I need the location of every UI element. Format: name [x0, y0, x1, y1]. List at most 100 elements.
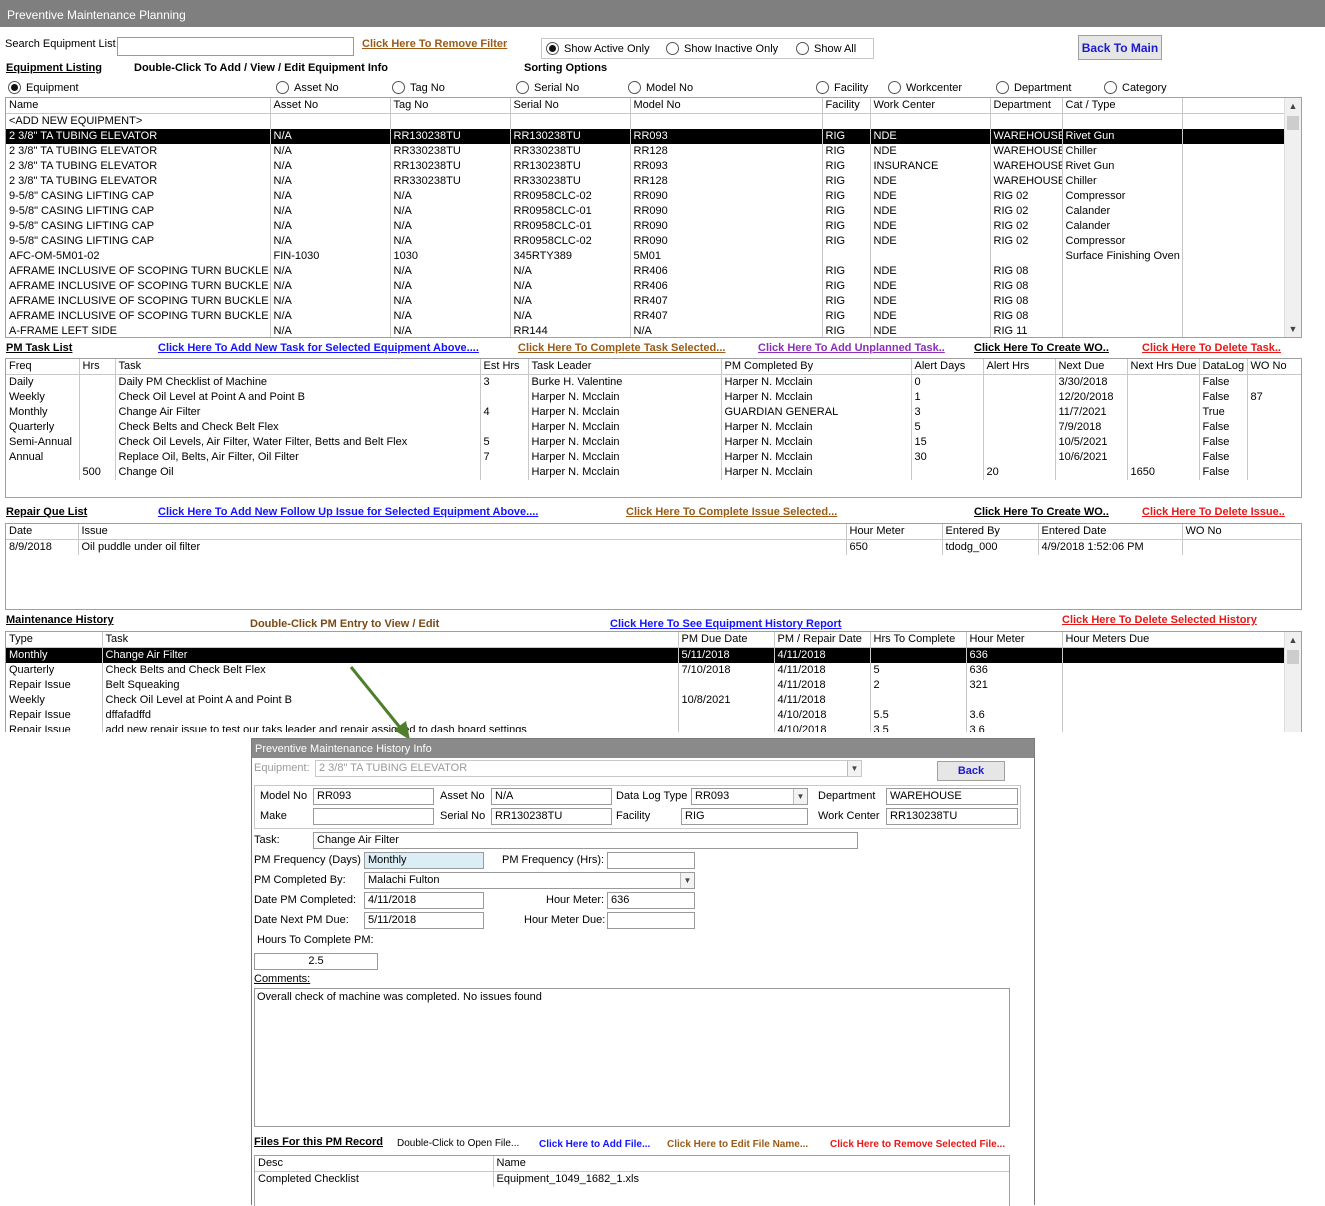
column-header[interactable]: Hrs To Complete	[870, 632, 967, 648]
history-scrollbar[interactable]: ▲	[1284, 632, 1301, 732]
sort-tag-no-radio[interactable]: Tag No	[392, 81, 445, 94]
sort-serial-no-radio[interactable]: Serial No	[516, 81, 579, 94]
table-row[interactable]: 9-5/8" CASING LIFTING CAP N/A N/A RR0958CLC…	[6, 233, 1287, 249]
table-row[interactable]: 2 3/8" TA TUBING ELEVATOR N/A RR330238TU RR…	[6, 143, 1287, 159]
equipment-select[interactable]: 2 3/8" TA TUBING ELEVATOR ▼	[315, 760, 862, 777]
hour-meter-due-field[interactable]	[607, 912, 695, 929]
show-inactive-radio[interactable]: Show Inactive Only	[666, 42, 778, 55]
column-header[interactable]: Hour Meter	[846, 524, 943, 540]
column-header[interactable]: Name	[6, 98, 271, 114]
table-row[interactable]: 8/9/2018 Oil puddle under oil filter 650 td…	[6, 539, 1301, 555]
table-row[interactable]: Repair Issue add new repair issue to test…	[6, 722, 1287, 732]
pm-frequency-hrs-field[interactable]	[607, 852, 695, 869]
date-next-pm-due-field[interactable]: 5/11/2018	[364, 912, 484, 929]
delete-history-link[interactable]: Click Here To Delete Selected History	[1062, 614, 1257, 626]
table-row[interactable]: Monthly Change Air Filter 5/11/2018 4/11/20…	[6, 647, 1287, 663]
edit-file-name-link[interactable]: Click Here to Edit File Name...	[667, 1139, 808, 1150]
sort-workcenter-radio[interactable]: Workcenter	[888, 81, 962, 94]
pm-frequency-days-field[interactable]: Monthly	[364, 852, 484, 869]
scroll-thumb[interactable]	[1287, 116, 1299, 130]
table-row[interactable]: Semi-Annual Check Oil Levels, Air Filter,…	[6, 434, 1301, 450]
column-header[interactable]: Facility	[822, 98, 871, 114]
column-header[interactable]: Task	[115, 359, 481, 375]
column-header[interactable]: Task	[102, 632, 679, 648]
work-center-field[interactable]: RR130238TU	[886, 808, 1018, 825]
column-header[interactable]: PM Due Date	[678, 632, 775, 648]
table-row[interactable]: 2 3/8" TA TUBING ELEVATOR N/A RR330238TU RR…	[6, 173, 1287, 189]
table-row[interactable]: Weekly Check Oil Level at Point A and Poi…	[6, 692, 1287, 708]
column-header[interactable]: Next Hrs Due	[1127, 359, 1200, 375]
sort-category-radio[interactable]: Category	[1104, 81, 1167, 94]
back-to-main-button[interactable]: Back To Main	[1078, 35, 1162, 60]
column-header[interactable]: Name	[493, 1156, 1009, 1172]
column-header[interactable]: Desc	[255, 1156, 494, 1172]
column-header[interactable]: Type	[6, 632, 103, 648]
column-header[interactable]: Serial No	[510, 98, 631, 114]
equipment-history-report-link[interactable]: Click Here To See Equipment History Repo…	[610, 618, 841, 630]
asset-no-field[interactable]: N/A	[491, 788, 612, 805]
table-row[interactable]: 2 3/8" TA TUBING ELEVATOR N/A RR130238TU RR…	[6, 128, 1287, 144]
column-header[interactable]: DataLog	[1199, 359, 1248, 375]
table-row[interactable]: Daily Daily PM Checklist of Machine 3 Burke…	[6, 374, 1301, 390]
make-field[interactable]	[313, 808, 434, 825]
remove-filter-link[interactable]: Click Here To Remove Filter	[362, 38, 507, 50]
table-row[interactable]: <ADD NEW EQUIPMENT>	[6, 113, 1287, 129]
equipment-scrollbar[interactable]: ▲ ▼	[1284, 98, 1301, 337]
column-header[interactable]: Issue	[78, 524, 847, 540]
table-row[interactable]: Quarterly Check Belts and Check Belt Flex…	[6, 662, 1287, 678]
comments-textarea[interactable]: Overall check of machine was completed. …	[254, 988, 1010, 1127]
column-header[interactable]: Hour Meters Due	[1062, 632, 1287, 648]
scroll-down-icon[interactable]: ▼	[1285, 321, 1301, 337]
add-task-link[interactable]: Click Here To Add New Task for Selected …	[158, 342, 479, 354]
table-row[interactable]: 9-5/8" CASING LIFTING CAP N/A N/A RR0958CLC…	[6, 188, 1287, 204]
remove-file-link[interactable]: Click Here to Remove Selected File...	[830, 1139, 1005, 1150]
column-header[interactable]: PM / Repair Date	[774, 632, 871, 648]
add-file-link[interactable]: Click Here to Add File...	[539, 1139, 650, 1150]
column-header[interactable]: Alert Hrs	[983, 359, 1056, 375]
column-header[interactable]: Department	[990, 98, 1063, 114]
equipment-grid[interactable]: Name Asset No Tag No Serial No Model No …	[5, 97, 1302, 338]
scroll-up-icon[interactable]: ▲	[1285, 632, 1301, 648]
table-row[interactable]: Weekly Check Oil Level at Point A and Poi…	[6, 389, 1301, 405]
search-input[interactable]	[117, 37, 354, 56]
table-row[interactable]: Repair Issue dffafadffd 4/10/2018 5.5 3.6	[6, 707, 1287, 723]
sort-asset-no-radio[interactable]: Asset No	[276, 81, 339, 94]
table-row[interactable]: Annual Replace Oil, Belts, Air Filter, Oi…	[6, 449, 1301, 465]
add-follow-up-issue-link[interactable]: Click Here To Add New Follow Up Issue fo…	[158, 506, 538, 518]
table-row[interactable]: AFRAME INCLUSIVE OF SCOPING TURN BUCKLE …	[6, 308, 1287, 324]
table-row[interactable]: 2 3/8" TA TUBING ELEVATOR N/A RR130238TU RR…	[6, 158, 1287, 174]
column-header[interactable]: WO No	[1247, 359, 1301, 375]
date-pm-completed-field[interactable]: 4/11/2018	[364, 892, 484, 909]
delete-issue-link[interactable]: Click Here To Delete Issue..	[1142, 506, 1285, 518]
table-row[interactable]: 500 Change Oil Harper N. Mcclain Harper N. …	[6, 464, 1301, 480]
complete-task-link[interactable]: Click Here To Complete Task Selected...	[518, 342, 725, 354]
delete-task-link[interactable]: Click Here To Delete Task..	[1142, 342, 1281, 354]
department-field[interactable]: WAREHOUSE	[886, 788, 1018, 805]
table-row[interactable]: AFRAME INCLUSIVE OF SCOPING TURN BUCKLE …	[6, 263, 1287, 279]
history-grid[interactable]: Type Task PM Due Date PM / Repair Date H…	[5, 631, 1302, 732]
column-header[interactable]: Task Leader	[528, 359, 722, 375]
hours-to-complete-field[interactable]: 2.5	[254, 953, 378, 970]
show-all-radio[interactable]: Show All	[796, 42, 856, 55]
table-row[interactable]: AFRAME INCLUSIVE OF SCOPING TURN BUCKLE …	[6, 278, 1287, 294]
pm-task-grid[interactable]: Freq Hrs Task Est Hrs Task Leader PM Com…	[5, 358, 1302, 498]
pm-completed-by-select[interactable]: Malachi Fulton ▼	[364, 872, 695, 889]
create-wo-link[interactable]: Click Here To Create WO..	[974, 342, 1109, 354]
column-header[interactable]: Est Hrs	[480, 359, 529, 375]
column-header[interactable]: Model No	[630, 98, 823, 114]
scroll-up-icon[interactable]: ▲	[1285, 98, 1301, 114]
table-row[interactable]: Completed Checklist Equipment_1049_1682_1…	[255, 1171, 1009, 1187]
table-row[interactable]: AFC-OM-5M01-02 FIN-1030 1030 345RTY389 5M01 S…	[6, 248, 1287, 264]
column-header[interactable]: Hour Meter	[966, 632, 1063, 648]
complete-issue-link[interactable]: Click Here To Complete Issue Selected...	[626, 506, 837, 518]
data-log-type-select[interactable]: RR093 ▼	[691, 788, 808, 805]
table-row[interactable]: Repair Issue Belt Squeaking 4/11/2018 2 321	[6, 677, 1287, 693]
column-header[interactable]: Entered Date	[1038, 524, 1183, 540]
column-header[interactable]: Asset No	[270, 98, 391, 114]
sort-equipment-radio[interactable]: Equipment	[8, 81, 79, 94]
column-header[interactable]: Alert Days	[911, 359, 984, 375]
serial-no-field[interactable]: RR130238TU	[491, 808, 612, 825]
sort-model-no-radio[interactable]: Model No	[628, 81, 693, 94]
column-header[interactable]: Next Due	[1055, 359, 1128, 375]
scroll-thumb[interactable]	[1287, 650, 1299, 664]
